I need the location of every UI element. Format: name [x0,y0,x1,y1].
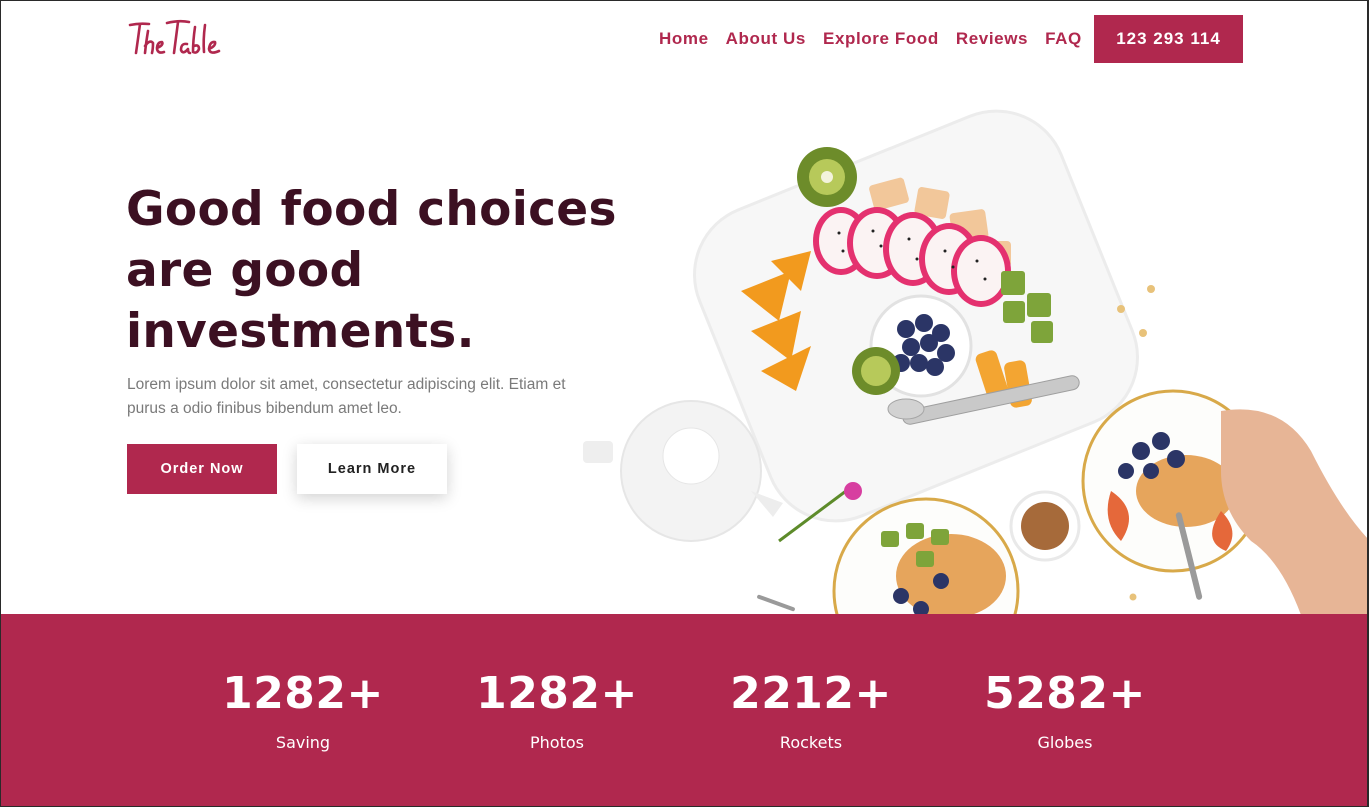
food-platter-photo [583,109,1367,615]
stats-section: 1282+ Saving 1282+ Photos 2212+ Rockets … [1,614,1367,806]
stat-label: Rockets [779,733,843,752]
nav-explore-food[interactable]: Explore Food [823,29,939,49]
stat-label: Photos [530,733,584,752]
stat-number: 1282+ [476,668,638,719]
nav-home[interactable]: Home [659,29,709,49]
stat-rockets: 2212+ Rockets [701,669,921,753]
hero-title-line-1: Good food choices [126,182,617,237]
phone-button[interactable]: 123 293 114 [1094,15,1243,63]
stat-photos: 1282+ Photos [447,669,667,753]
nav-about-us[interactable]: About Us [726,29,806,49]
hero-description: Lorem ipsum dolor sit amet, consectetur … [127,376,566,417]
nav-reviews[interactable]: Reviews [956,29,1028,49]
page-frame: Home About Us Explore Food Reviews FAQ 1… [0,0,1369,807]
stat-number: 2212+ [730,668,892,719]
nav-faq[interactable]: FAQ [1045,29,1082,49]
stat-globes: 5282+ Globes [955,669,1175,753]
logo[interactable] [127,13,231,61]
order-now-button[interactable]: Order Now [127,444,277,494]
stat-number: 5282+ [984,668,1146,719]
stat-label: Globes [1037,733,1093,752]
main-nav: Home About Us Explore Food Reviews FAQ [659,29,1099,49]
hero-title-line-3: investments. [126,304,475,359]
stat-number: 1282+ [222,668,384,719]
stat-label: Saving [275,733,331,752]
hero-title-line-2: are good [126,243,364,298]
hero-title: Good food choices are good investments. [126,179,646,362]
stat-saving: 1282+ Saving [193,669,413,753]
learn-more-button[interactable]: Learn More [297,444,447,494]
